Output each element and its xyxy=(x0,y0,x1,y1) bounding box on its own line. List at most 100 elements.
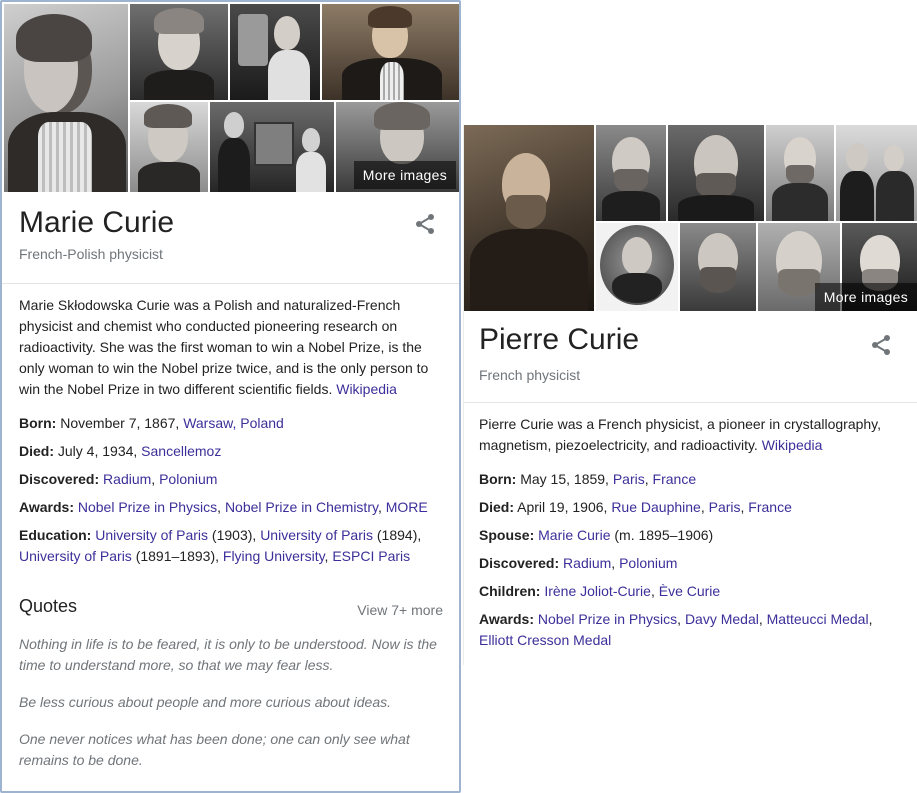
separator: , xyxy=(677,611,685,627)
description: Marie Skłodowska Curie was a Polish and … xyxy=(19,295,444,400)
award-link[interactable]: Davy Medal xyxy=(685,611,759,627)
polonium-link[interactable]: Polonium xyxy=(159,471,217,487)
separator: , xyxy=(217,499,225,515)
spouse-link[interactable]: Marie Curie xyxy=(538,527,610,543)
fact-label: Spouse: xyxy=(479,527,535,543)
quote-item: Be less curious about people and more cu… xyxy=(19,694,392,710)
image-gallery[interactable]: More images xyxy=(2,2,459,192)
award-link[interactable]: Nobel Prize in Chemistry xyxy=(225,499,378,515)
education-link[interactable]: University of Paris xyxy=(19,548,132,564)
radium-link[interactable]: Radium xyxy=(103,471,151,487)
fact-discovered: Discovered: Radium, Polonium xyxy=(19,469,217,490)
fact-label: Discovered: xyxy=(19,471,100,487)
award-link[interactable]: Matteucci Medal xyxy=(767,611,869,627)
description: Pierre Curie was a French physicist, a p… xyxy=(479,414,899,456)
award-link[interactable]: Nobel Prize in Physics xyxy=(78,499,217,515)
share-icon[interactable] xyxy=(869,333,893,357)
fact-label: Died: xyxy=(479,499,514,515)
gallery-image[interactable] xyxy=(4,4,128,192)
gallery-image[interactable] xyxy=(766,125,834,221)
more-images-button[interactable]: More images xyxy=(353,161,456,189)
fact-value: November 7, 1867, xyxy=(60,415,180,431)
education-link[interactable]: University of Paris xyxy=(260,527,373,543)
page-title: Pierre Curie xyxy=(479,323,640,356)
gallery-image[interactable] xyxy=(130,102,208,192)
title-section: Marie Curie French-Polish physicist xyxy=(2,192,459,284)
fact-value: May 15, 1859, xyxy=(520,471,609,487)
fact-label: Education: xyxy=(19,527,92,543)
fact-label: Discovered: xyxy=(479,555,560,571)
quotes-heading: Quotes xyxy=(19,596,78,616)
gallery-image[interactable] xyxy=(230,4,320,100)
fact-born: Born: May 15, 1859, Paris, France xyxy=(479,469,696,490)
education-link[interactable]: University of Paris xyxy=(95,527,208,543)
fact-label: Born: xyxy=(479,471,517,487)
education-link[interactable]: Flying University xyxy=(223,548,325,564)
radium-link[interactable]: Radium xyxy=(563,555,611,571)
child-link[interactable]: Ève Curie xyxy=(659,583,720,599)
deathplace-link[interactable]: France xyxy=(748,499,792,515)
fact-born: Born: November 7, 1867, Warsaw, Poland xyxy=(19,413,284,434)
fact-spouse: Spouse: Marie Curie (m. 1895–1906) xyxy=(479,525,713,546)
gallery-image[interactable] xyxy=(130,4,228,100)
fact-label: Died: xyxy=(19,443,54,459)
separator: , xyxy=(151,471,160,487)
fact-label: Awards: xyxy=(479,611,534,627)
page-title: Marie Curie xyxy=(19,206,175,239)
fact-children: Children: Irène Joliot-Curie, Ève Curie xyxy=(479,581,720,602)
quote-item: One never notices what has been done; on… xyxy=(19,731,410,768)
more-images-button[interactable]: More images xyxy=(814,283,917,311)
birthplace-link[interactable]: Warsaw, Poland xyxy=(183,415,284,431)
separator: , xyxy=(377,499,386,515)
gallery-image[interactable] xyxy=(210,102,334,192)
wikipedia-link[interactable]: Wikipedia xyxy=(336,381,397,397)
separator: , xyxy=(700,499,709,515)
fact-value: April 19, 1906, xyxy=(517,499,608,515)
share-icon[interactable] xyxy=(413,212,437,236)
fact-value: (1894), xyxy=(373,527,422,543)
gallery-image[interactable] xyxy=(596,125,666,221)
fact-education: Education: University of Paris (1903), U… xyxy=(19,525,444,567)
fact-label: Awards: xyxy=(19,499,74,515)
image-gallery[interactable]: More images xyxy=(464,125,917,311)
deathplace-link[interactable]: Rue Dauphine xyxy=(611,499,701,515)
knowledge-panel-pierre-curie: More images Pierre Curie French physicis… xyxy=(463,125,917,665)
award-link[interactable]: Elliott Cresson Medal xyxy=(479,632,611,648)
fact-awards: Awards: Nobel Prize in Physics, Nobel Pr… xyxy=(19,497,428,518)
wikipedia-link[interactable]: Wikipedia xyxy=(762,437,823,453)
deathplace-link[interactable]: Paris xyxy=(709,499,741,515)
view-more-quotes-link[interactable]: View 7+ more xyxy=(357,602,443,618)
gallery-image[interactable] xyxy=(464,125,594,311)
separator: , xyxy=(644,471,653,487)
fact-value: July 4, 1934, xyxy=(57,443,138,459)
gallery-image[interactable] xyxy=(680,223,756,311)
page-subtitle: French-Polish physicist xyxy=(19,246,163,262)
fact-value: (1891–1893), xyxy=(131,548,223,564)
separator: , xyxy=(611,555,620,571)
fact-label: Children: xyxy=(479,583,541,599)
page-subtitle: French physicist xyxy=(479,367,581,383)
education-link[interactable]: ESPCI Paris xyxy=(332,548,410,564)
gallery-image[interactable] xyxy=(668,125,764,221)
separator: , xyxy=(650,583,659,599)
more-awards-link[interactable]: MORE xyxy=(386,499,428,515)
knowledge-panel-marie-curie: More images Marie Curie French-Polish ph… xyxy=(0,0,461,793)
separator: , xyxy=(868,611,873,627)
gallery-image[interactable] xyxy=(836,125,917,221)
fact-label: Born: xyxy=(19,415,57,431)
award-link[interactable]: Nobel Prize in Physics xyxy=(538,611,677,627)
gallery-image[interactable] xyxy=(596,223,678,311)
fact-awards: Awards: Nobel Prize in Physics, Davy Med… xyxy=(479,609,899,651)
gallery-image[interactable] xyxy=(322,4,459,100)
deathplace-link[interactable]: Sancellemoz xyxy=(141,443,221,459)
fact-value: (m. 1895–1906) xyxy=(610,527,714,543)
separator: , xyxy=(758,611,767,627)
birthplace-link[interactable]: France xyxy=(653,471,697,487)
fact-died: Died: April 19, 1906, Rue Dauphine, Pari… xyxy=(479,497,792,518)
fact-died: Died: July 4, 1934, Sancellemoz xyxy=(19,441,221,462)
polonium-link[interactable]: Polonium xyxy=(619,555,677,571)
fact-discovered: Discovered: Radium, Polonium xyxy=(479,553,677,574)
birthplace-link[interactable]: Paris xyxy=(613,471,645,487)
child-link[interactable]: Irène Joliot-Curie xyxy=(544,583,651,599)
quote-item: Nothing in life is to be feared, it is o… xyxy=(19,636,437,673)
